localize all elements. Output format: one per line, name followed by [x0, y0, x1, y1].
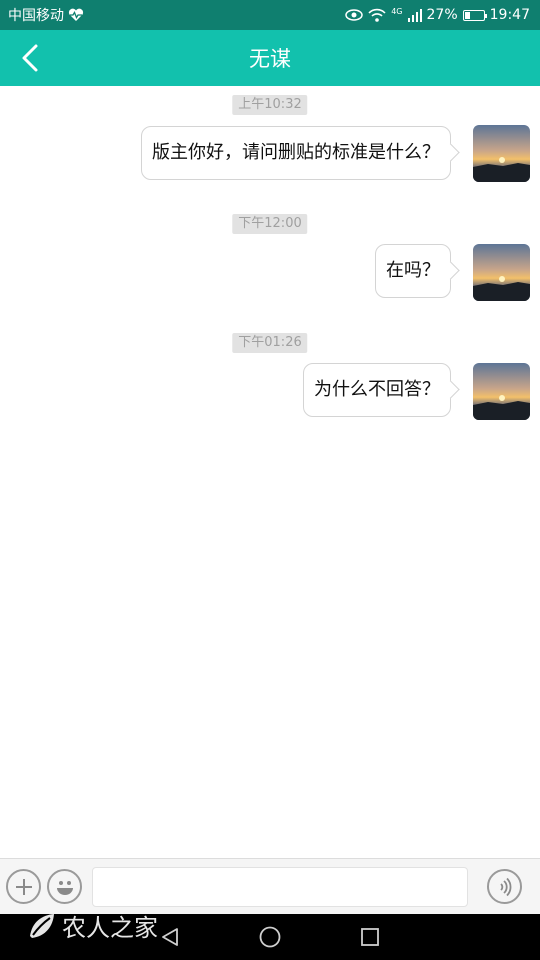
avatar[interactable] — [473, 363, 530, 420]
clock-label: 19:47 — [489, 7, 530, 23]
chevron-left-icon — [22, 44, 38, 72]
sunset-avatar-image — [473, 363, 530, 420]
voice-input-button[interactable] — [487, 869, 522, 904]
square-recents-icon — [361, 928, 379, 946]
message-bubble[interactable]: 为什么不回答？ — [303, 363, 451, 417]
message-bubble[interactable]: 版主你好，请问删贴的标准是什么？ — [141, 126, 451, 180]
eye-comfort-icon — [345, 9, 363, 21]
plus-icon — [15, 878, 32, 895]
battery-icon — [462, 9, 487, 21]
message-timestamp: 下午01:26 — [232, 333, 308, 353]
add-attachment-button[interactable] — [6, 869, 41, 904]
chat-header: 无谋 — [0, 30, 540, 86]
signal-icon — [407, 8, 422, 22]
conversation-title: 无谋 — [249, 47, 291, 71]
network-type-label: 4G — [391, 6, 403, 16]
message-list[interactable]: 上午10:32 版主你好，请问删贴的标准是什么？ 下午12:00 在吗？ 下午0… — [0, 86, 540, 858]
system-recents-button[interactable] — [357, 924, 383, 950]
wifi-icon — [368, 8, 386, 22]
leaf-logo-icon — [30, 913, 54, 938]
system-back-button[interactable] — [157, 924, 183, 950]
watermark-logo: 农人之家 — [26, 908, 158, 943]
back-button[interactable] — [10, 38, 50, 78]
status-left: 中国移动 — [8, 5, 84, 25]
status-bar: 中国移动 4G 27% 19:47 — [0, 0, 540, 30]
message-text-field[interactable] — [92, 867, 468, 907]
emoji-button[interactable] — [47, 869, 82, 904]
message-timestamp: 上午10:32 — [232, 95, 308, 115]
status-right: 4G 27% 19:47 — [345, 7, 530, 23]
battery-level-fill — [464, 11, 470, 19]
watermark-text: 农人之家 — [62, 914, 158, 942]
sunset-avatar-image — [473, 125, 530, 182]
smiley-icon — [56, 880, 73, 895]
message-timestamp: 下午12:00 — [232, 214, 308, 234]
triangle-back-icon — [162, 928, 178, 946]
message-bubble[interactable]: 在吗？ — [375, 244, 451, 298]
circle-home-icon — [259, 926, 281, 948]
message-input-bar — [0, 858, 540, 914]
voice-wave-icon — [499, 877, 511, 896]
sunset-avatar-image — [473, 244, 530, 301]
avatar[interactable] — [473, 244, 530, 301]
avatar[interactable] — [473, 125, 530, 182]
carrier-label: 中国移动 — [8, 8, 64, 24]
system-home-button[interactable] — [257, 924, 283, 950]
battery-percent-label: 27% — [426, 7, 458, 23]
heart-monitor-icon — [68, 8, 84, 22]
